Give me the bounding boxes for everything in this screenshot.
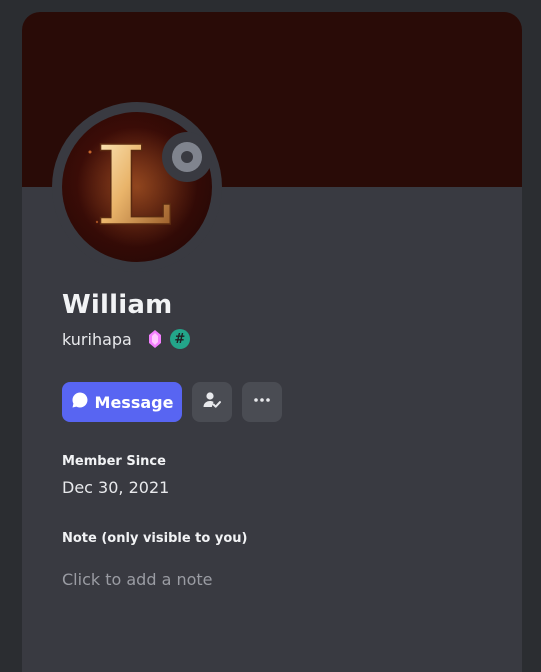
avatar-frame: L [52, 102, 222, 272]
status-indicator [162, 132, 212, 182]
profile-actions: Message [62, 382, 282, 422]
offline-status-icon [172, 142, 202, 172]
friend-status-button[interactable] [192, 382, 232, 422]
message-button[interactable]: Message [62, 382, 182, 422]
nitro-gem-icon[interactable] [148, 329, 162, 349]
chat-bubble-icon [71, 391, 89, 413]
user-check-icon [202, 390, 222, 414]
hash-badge-icon[interactable]: # [169, 329, 190, 349]
note-input[interactable] [62, 567, 492, 591]
username: kurihapa [62, 329, 132, 349]
avatar-letter: L [95, 121, 172, 250]
member-since-date: Dec 30, 2021 [62, 478, 170, 497]
more-dots-icon [252, 390, 272, 414]
more-options-button[interactable] [242, 382, 282, 422]
username-row: kurihapa # [62, 328, 190, 350]
display-name: William [62, 290, 173, 320]
note-title: Note (only visible to you) [62, 531, 248, 546]
profile-card: L William kurihapa # Message Member Sinc… [22, 12, 522, 672]
member-since-title: Member Since [62, 454, 166, 469]
message-button-label: Message [94, 392, 174, 412]
